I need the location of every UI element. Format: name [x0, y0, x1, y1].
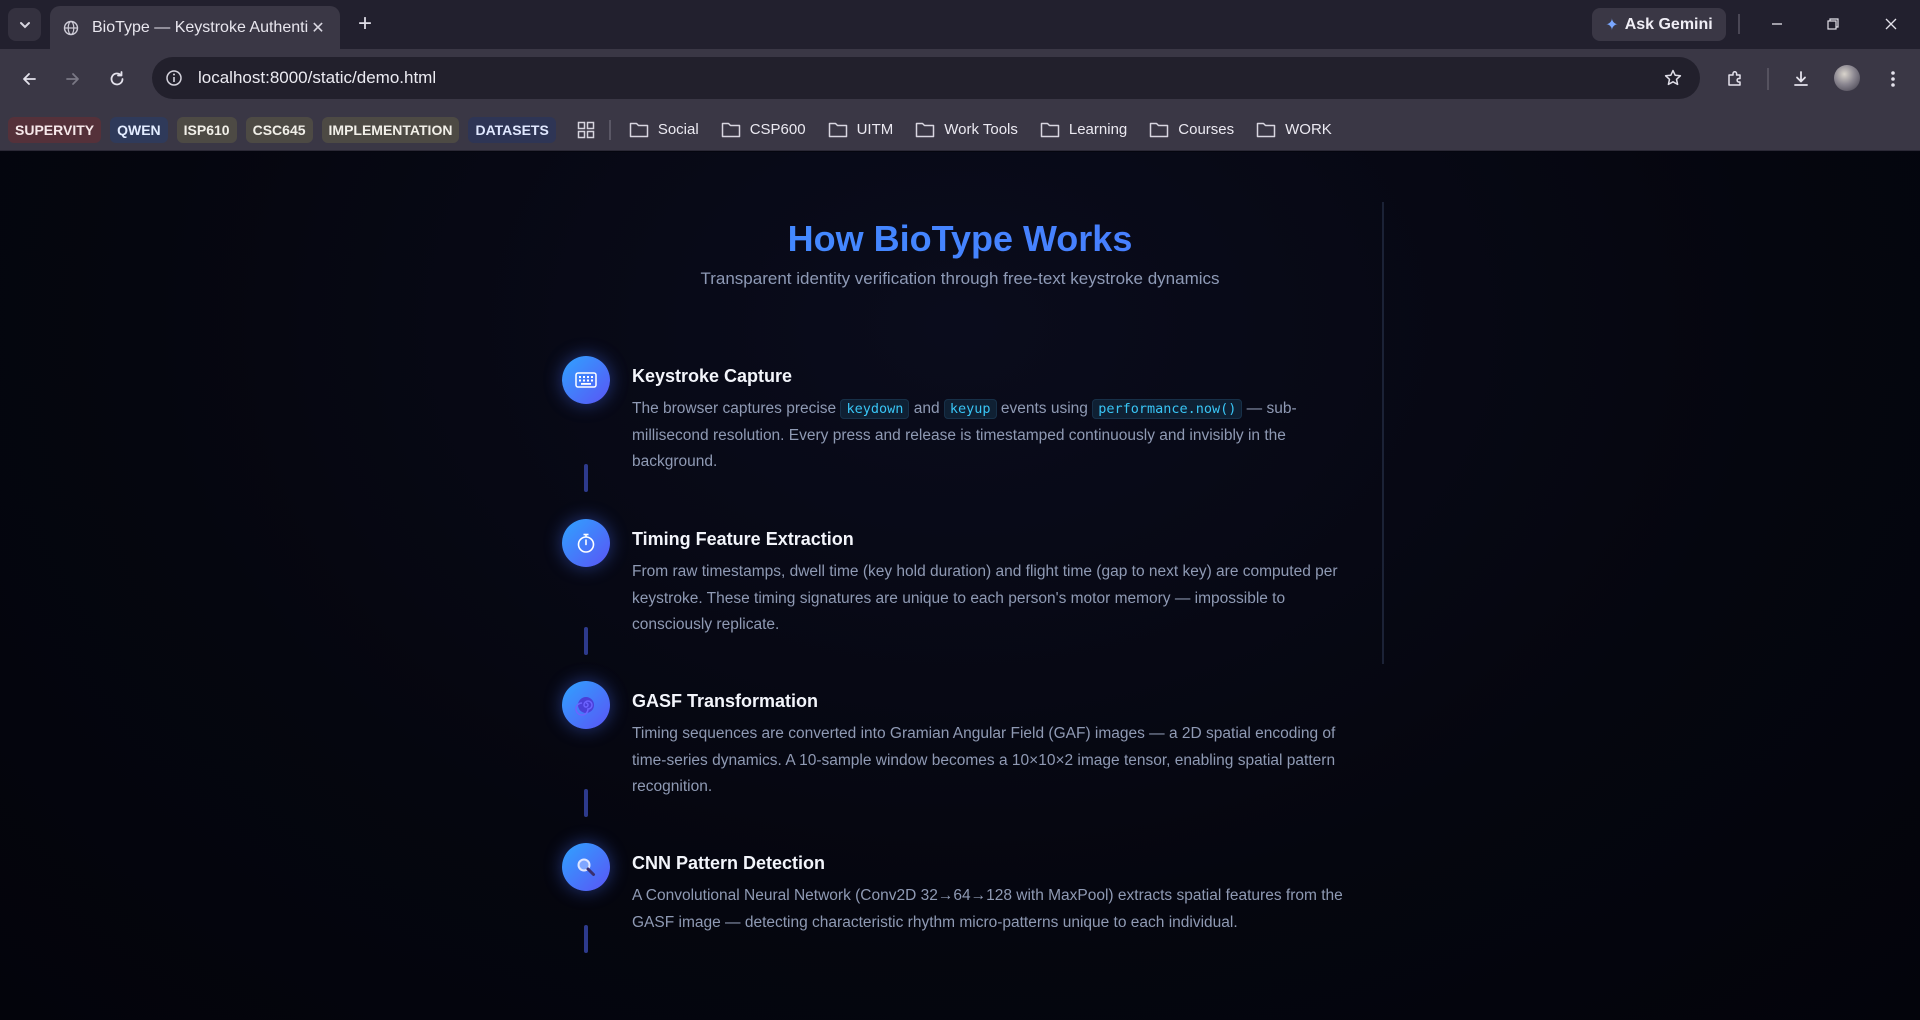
folder-icon — [1040, 121, 1060, 139]
step-connector — [584, 925, 588, 953]
bookmark-supervity[interactable]: SUPERVITY — [8, 116, 102, 143]
code-keydown: keydown — [840, 399, 910, 419]
swirl-icon — [562, 681, 610, 729]
step-title: Timing Feature Extraction — [632, 529, 854, 549]
extensions-button[interactable] — [1722, 66, 1748, 92]
reload-button[interactable] — [104, 66, 130, 92]
minimize-icon — [1772, 23, 1782, 25]
reload-icon — [110, 71, 124, 86]
folder-icon — [915, 121, 935, 139]
bookmark-folder-uitm[interactable]: UITM — [828, 121, 894, 139]
browser-toolbar: localhost:8000/static/demo.html — [0, 49, 1920, 109]
bookmark-folder-csp600[interactable]: CSP600 — [721, 121, 806, 139]
apps-grid-icon[interactable] — [575, 119, 597, 141]
step-title: Keystroke Capture — [632, 366, 793, 386]
tab-search-button[interactable] — [8, 8, 41, 41]
step-description: A Convolutional Neural Network (Conv2D 3… — [632, 887, 1343, 931]
ask-gemini-button[interactable]: ✦ Ask Gemini — [1592, 8, 1726, 41]
divider — [608, 119, 611, 140]
arrow-left-icon — [23, 73, 36, 85]
download-icon — [1794, 71, 1808, 86]
ask-gemini-label: Ask Gemini — [1624, 15, 1713, 33]
bookmark-implementation[interactable]: IMPLEMENTATION — [321, 116, 460, 143]
bookmark-csc645[interactable]: CSC645 — [245, 116, 313, 143]
new-tab-button[interactable]: + — [352, 12, 378, 38]
menu-button[interactable] — [1880, 66, 1906, 92]
bookmark-folder-social[interactable]: Social — [629, 121, 699, 139]
page-title: How BioType Works — [0, 218, 1920, 260]
page-subtitle: Transparent identity verification throug… — [700, 269, 1220, 288]
stopwatch-icon — [562, 519, 610, 567]
step-title: GASF Transformation — [632, 691, 819, 711]
chevron-down-icon — [19, 21, 30, 28]
bookmark-isp610[interactable]: ISP610 — [176, 116, 237, 143]
folder-icon — [629, 121, 649, 139]
restore-button[interactable] — [1818, 10, 1848, 38]
bookmark-folder-work[interactable]: WORK — [1256, 121, 1332, 139]
step-description: The browser captures precise keydown and… — [632, 399, 1297, 470]
page-viewport: How BioType Works Transparent identity v… — [0, 152, 1920, 1020]
tab-title: BioType — Keystroke Authentic — [92, 18, 308, 36]
folder-icon — [1149, 121, 1169, 139]
close-icon — [1885, 18, 1897, 30]
active-tab[interactable]: BioType — Keystroke Authentic ✕ — [50, 6, 340, 49]
folder-label: WORK — [1285, 121, 1332, 138]
step-connector — [584, 789, 588, 817]
puzzle-icon — [1728, 70, 1741, 86]
folder-icon — [1256, 121, 1276, 139]
back-button[interactable] — [16, 66, 42, 92]
arrow-right-icon — [66, 73, 79, 85]
step-title: CNN Pattern Detection — [632, 853, 826, 873]
bookmark-folder-learning[interactable]: Learning — [1040, 121, 1127, 139]
bookmark-qwen[interactable]: QWEN — [110, 116, 168, 143]
forward-button[interactable] — [60, 66, 86, 92]
step-connector — [584, 464, 588, 492]
magnifier-icon — [562, 843, 610, 891]
bookmark-star-icon[interactable] — [1662, 67, 1684, 89]
downloads-button[interactable] — [1788, 66, 1814, 92]
gemini-spark-icon: ✦ — [1605, 16, 1619, 34]
step-description: From raw timestamps, dwell time (key hol… — [632, 563, 1338, 633]
folder-label: CSP600 — [749, 121, 806, 138]
bookmark-folder-courses[interactable]: Courses — [1149, 121, 1234, 139]
folder-label: Learning — [1068, 121, 1128, 138]
divider — [1767, 68, 1769, 90]
tab-bar: BioType — Keystroke Authentic ✕ + ✦ Ask … — [0, 0, 1920, 49]
step-connector — [584, 627, 588, 655]
step-description: Timing sequences are converted into Gram… — [632, 725, 1336, 795]
folder-label: Social — [657, 121, 699, 138]
site-info-icon[interactable] — [164, 68, 184, 88]
code-keyup: keyup — [943, 399, 997, 419]
folder-label: UITM — [856, 121, 894, 138]
minimize-button[interactable] — [1762, 10, 1792, 38]
globe-icon — [62, 19, 80, 37]
kebab-menu-icon — [1891, 71, 1895, 87]
address-bar[interactable]: localhost:8000/static/demo.html — [152, 57, 1700, 99]
folder-label: Work Tools — [944, 121, 1018, 138]
folder-icon — [828, 121, 848, 139]
code-performance-now: performance.now() — [1092, 399, 1243, 419]
keyboard-icon — [562, 356, 610, 404]
divider — [1738, 14, 1740, 34]
url-text: localhost:8000/static/demo.html — [198, 68, 437, 87]
bookmark-folder-work-tools[interactable]: Work Tools — [915, 121, 1018, 139]
bookmark-datasets[interactable]: DATASETS — [468, 116, 556, 143]
bookmarks-bar: SUPERVITY QWEN ISP610 CSC645 IMPLEMENTAT… — [0, 109, 1920, 151]
close-window-button[interactable] — [1876, 10, 1906, 38]
profile-avatar[interactable] — [1834, 65, 1860, 91]
close-tab-icon[interactable]: ✕ — [308, 18, 328, 38]
restore-icon — [1827, 18, 1839, 30]
folder-icon — [721, 121, 741, 139]
folder-label: Courses — [1178, 121, 1235, 138]
